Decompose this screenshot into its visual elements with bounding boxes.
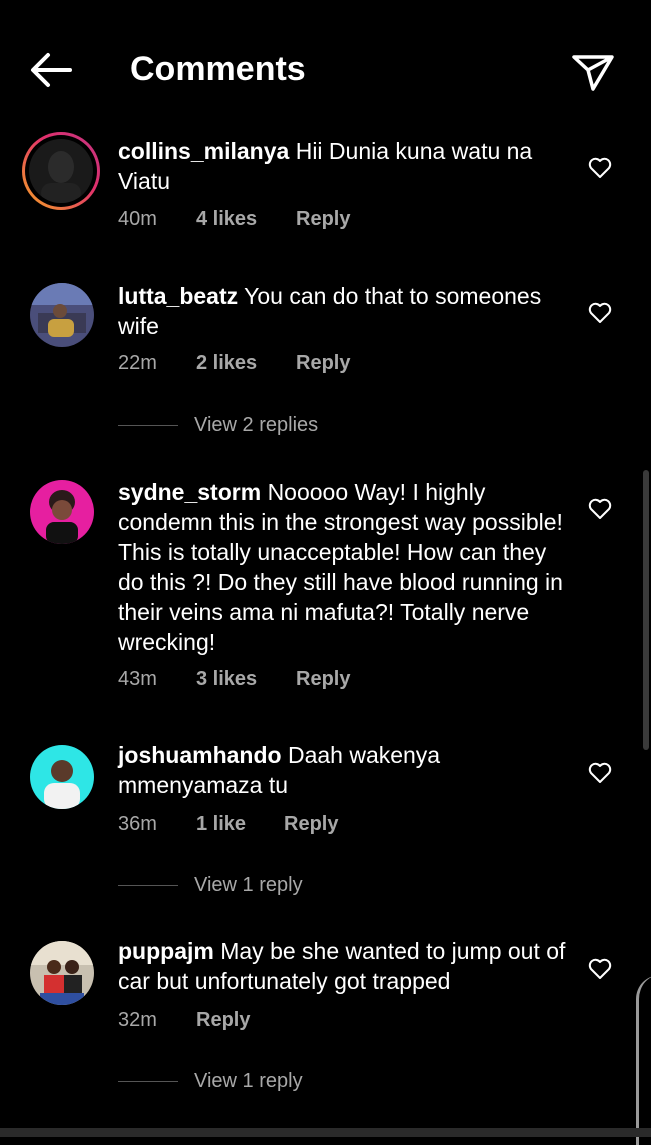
avatar[interactable] — [30, 480, 94, 544]
reply-button[interactable]: Reply — [284, 813, 338, 836]
heart-icon[interactable] — [588, 498, 612, 520]
comment-time: 36m — [118, 813, 157, 835]
header: Comments — [0, 0, 651, 140]
comment-username[interactable]: puppajm — [118, 938, 214, 964]
comment-text: puppajm May be she wanted to jump out of… — [118, 936, 568, 996]
heart-icon[interactable] — [588, 762, 612, 784]
comment-likes[interactable]: 4 likes — [196, 208, 296, 231]
comment-likes[interactable]: 2 likes — [196, 352, 296, 375]
reply-button[interactable]: Reply — [296, 208, 350, 231]
comment-time: 32m — [118, 1009, 157, 1031]
bottom-bar — [0, 1128, 651, 1137]
back-arrow-icon[interactable] — [28, 50, 74, 90]
reply-button[interactable]: Reply — [196, 1009, 250, 1032]
overlay-edge — [636, 975, 651, 1145]
comment-meta: 22m 2 likes Reply — [118, 352, 350, 375]
view-replies-button[interactable]: View 2 replies — [118, 414, 318, 437]
heart-icon[interactable] — [588, 157, 612, 179]
comment-text: lutta_beatz You can do that to someones … — [118, 281, 568, 341]
comment-meta: 40m 4 likes Reply — [118, 208, 350, 231]
comment-username[interactable]: collins_milanya — [118, 138, 289, 164]
reply-button[interactable]: Reply — [296, 352, 350, 375]
comment-text: joshuamhando Daah wakenya mmenyamaza tu — [118, 740, 568, 800]
avatar[interactable] — [30, 283, 94, 347]
comment-meta: 36m 1 like Reply — [118, 813, 338, 836]
comment-text: sydne_storm Nooooo Way! I highly condemn… — [118, 477, 568, 657]
avatar[interactable] — [22, 132, 100, 210]
comment-time: 40m — [118, 208, 157, 230]
view-replies-button[interactable]: View 1 reply — [118, 1070, 303, 1093]
comment-meta: 43m 3 likes Reply — [118, 668, 350, 691]
avatar[interactable] — [30, 941, 94, 1005]
comment-meta: 32m Reply — [118, 1009, 250, 1032]
page-title: Comments — [130, 50, 306, 88]
scrollbar[interactable] — [643, 470, 649, 750]
comment-username[interactable]: lutta_beatz — [118, 283, 238, 309]
comment-time: 43m — [118, 668, 157, 690]
view-replies-label: View 1 reply — [194, 1070, 303, 1092]
view-replies-label: View 1 reply — [194, 874, 303, 896]
heart-icon[interactable] — [588, 302, 612, 324]
comment-likes[interactable]: 3 likes — [196, 668, 296, 691]
comment-likes[interactable]: 1 like — [196, 813, 284, 836]
view-replies-label: View 2 replies — [194, 414, 319, 436]
divider — [118, 1081, 178, 1082]
divider — [118, 885, 178, 886]
heart-icon[interactable] — [588, 958, 612, 980]
avatar[interactable] — [30, 745, 94, 809]
comment-username[interactable]: joshuamhando — [118, 742, 282, 768]
view-replies-button[interactable]: View 1 reply — [118, 874, 303, 897]
reply-button[interactable]: Reply — [296, 668, 350, 691]
comment-text: collins_milanya Hii Dunia kuna watu na V… — [118, 136, 568, 196]
comment-username[interactable]: sydne_storm — [118, 479, 261, 505]
divider — [118, 425, 178, 426]
comment-body: Nooooo Way! I highly condemn this in the… — [118, 479, 563, 655]
paper-plane-icon[interactable] — [571, 52, 615, 92]
comment-time: 22m — [118, 352, 157, 374]
